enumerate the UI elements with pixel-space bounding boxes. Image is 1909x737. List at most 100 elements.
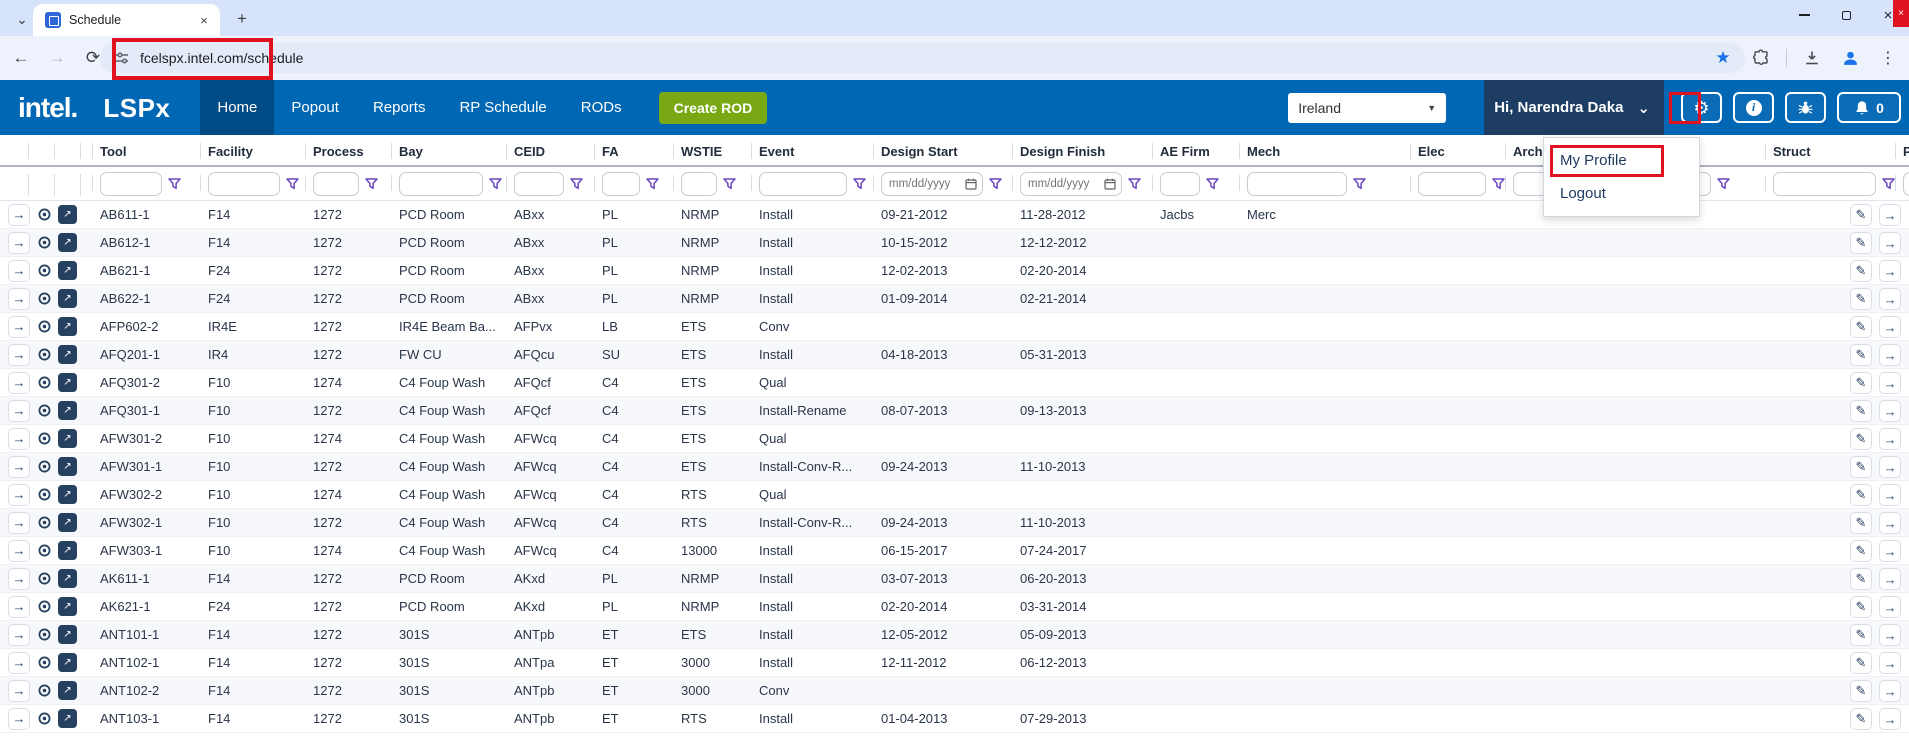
row-open-button[interactable]: → [8, 568, 30, 590]
filter-input[interactable] [100, 172, 162, 196]
column-header-ceid[interactable]: CEID [506, 135, 594, 167]
filter-funnel-icon[interactable] [1353, 178, 1366, 190]
calendar-icon[interactable] [1104, 178, 1116, 190]
row-open-button[interactable]: → [8, 596, 30, 618]
edit-pencil-icon[interactable]: ✎ [1850, 372, 1872, 394]
eye-icon[interactable] [34, 232, 54, 254]
edit-pencil-icon[interactable]: ✎ [1850, 232, 1872, 254]
edit-pencil-icon[interactable]: ✎ [1850, 260, 1872, 282]
eye-icon[interactable] [34, 680, 54, 702]
go-to-row-icon[interactable]: → [1879, 400, 1901, 422]
row-open-button[interactable]: → [8, 232, 30, 254]
filter-funnel-icon[interactable] [723, 178, 736, 190]
edit-pencil-icon[interactable]: ✎ [1850, 456, 1872, 478]
popout-icon[interactable]: ↗ [58, 345, 77, 364]
column-header-elec[interactable]: Elec [1410, 135, 1505, 167]
filter-funnel-icon[interactable] [989, 178, 1002, 190]
eye-icon[interactable] [34, 316, 54, 338]
filter-funnel-icon[interactable] [1492, 178, 1505, 190]
go-to-row-icon[interactable]: → [1879, 456, 1901, 478]
extensions-puzzle-icon[interactable] [1748, 45, 1774, 71]
eye-icon[interactable] [34, 624, 54, 646]
go-to-row-icon[interactable]: → [1879, 568, 1901, 590]
forward-icon[interactable]: → [42, 43, 72, 73]
row-open-button[interactable]: → [8, 316, 30, 338]
eye-icon[interactable] [34, 568, 54, 590]
new-tab-button[interactable]: + [230, 8, 254, 30]
column-header-bay[interactable]: Bay [391, 135, 506, 167]
column-header-fa[interactable]: FA [594, 135, 673, 167]
go-to-row-icon[interactable]: → [1879, 680, 1901, 702]
edit-pencil-icon[interactable]: ✎ [1850, 680, 1872, 702]
nav-item-rods[interactable]: RODs [564, 80, 639, 135]
menu-item-logout[interactable]: Logout [1544, 177, 1699, 210]
popout-icon[interactable]: ↗ [58, 289, 77, 308]
filter-input[interactable] [681, 172, 717, 196]
row-open-button[interactable]: → [8, 680, 30, 702]
go-to-row-icon[interactable]: → [1879, 344, 1901, 366]
popout-icon[interactable]: ↗ [58, 317, 77, 336]
filter-input[interactable] [1418, 172, 1486, 196]
edit-pencil-icon[interactable]: ✎ [1850, 624, 1872, 646]
menu-item-my-profile[interactable]: My Profile [1544, 144, 1699, 177]
column-header-process[interactable]: Process [305, 135, 391, 167]
filter-funnel-icon[interactable] [286, 178, 299, 190]
column-header-facility[interactable]: Facility [200, 135, 305, 167]
row-open-button[interactable]: → [8, 652, 30, 674]
filter-funnel-icon[interactable] [365, 178, 378, 190]
row-open-button[interactable]: → [8, 708, 30, 730]
eye-icon[interactable] [34, 596, 54, 618]
tab-close-icon[interactable]: × [196, 12, 212, 28]
date-filter-input[interactable] [1028, 178, 1100, 190]
go-to-row-icon[interactable]: → [1879, 540, 1901, 562]
address-bar[interactable]: fcelspx.intel.com/schedule [100, 43, 1745, 73]
eye-icon[interactable] [34, 204, 54, 226]
calendar-icon[interactable] [965, 178, 977, 190]
column-header-ae-firm[interactable]: AE Firm [1152, 135, 1239, 167]
go-to-row-icon[interactable]: → [1879, 204, 1901, 226]
edit-pencil-icon[interactable]: ✎ [1850, 204, 1872, 226]
column-header-mech[interactable]: Mech [1239, 135, 1410, 167]
user-chevron-down-icon[interactable]: ⌄ [1637, 99, 1650, 117]
filter-input[interactable] [399, 172, 483, 196]
popout-icon[interactable]: ↗ [58, 569, 77, 588]
row-open-button[interactable]: → [8, 428, 30, 450]
column-header-tool[interactable]: Tool [92, 135, 200, 167]
date-filter-input[interactable] [889, 178, 961, 190]
browser-menu-icon[interactable]: ⋮ [1875, 45, 1901, 71]
back-icon[interactable]: ← [6, 43, 36, 73]
popout-icon[interactable]: ↗ [58, 681, 77, 700]
popout-icon[interactable]: ↗ [58, 233, 77, 252]
tab-search-chevron-icon[interactable]: ⌄ [10, 8, 34, 30]
maximize-button[interactable] [1825, 0, 1867, 30]
go-to-row-icon[interactable]: → [1879, 708, 1901, 730]
column-header-wstie[interactable]: WSTIE [673, 135, 751, 167]
row-open-button[interactable]: → [8, 624, 30, 646]
create-rod-button[interactable]: Create ROD [659, 92, 768, 124]
info-button[interactable]: i [1733, 92, 1774, 123]
filter-input[interactable] [1247, 172, 1347, 196]
eye-icon[interactable] [34, 512, 54, 534]
go-to-row-icon[interactable]: → [1879, 316, 1901, 338]
nav-item-reports[interactable]: Reports [356, 80, 443, 135]
filter-input[interactable] [514, 172, 564, 196]
nav-item-home[interactable]: Home [200, 80, 274, 135]
settings-button[interactable]: ⚙ [1681, 92, 1722, 123]
nav-item-rp-schedule[interactable]: RP Schedule [442, 80, 563, 135]
popout-icon[interactable]: ↗ [58, 541, 77, 560]
go-to-row-icon[interactable]: → [1879, 232, 1901, 254]
filter-input[interactable] [313, 172, 359, 196]
edit-pencil-icon[interactable]: ✎ [1850, 288, 1872, 310]
eye-icon[interactable] [34, 708, 54, 730]
popout-icon[interactable]: ↗ [58, 373, 77, 392]
column-header-event[interactable]: Event [751, 135, 873, 167]
filter-input[interactable] [759, 172, 847, 196]
filter-funnel-icon[interactable] [1717, 178, 1730, 190]
popout-icon[interactable]: ↗ [58, 429, 77, 448]
user-menu-trigger[interactable]: Hi, Narendra Daka ⌄ [1484, 80, 1664, 135]
column-header-p[interactable]: P [1895, 135, 1909, 167]
row-open-button[interactable]: → [8, 288, 30, 310]
eye-icon[interactable] [34, 484, 54, 506]
filter-funnel-icon[interactable] [1128, 178, 1141, 190]
edit-pencil-icon[interactable]: ✎ [1850, 512, 1872, 534]
